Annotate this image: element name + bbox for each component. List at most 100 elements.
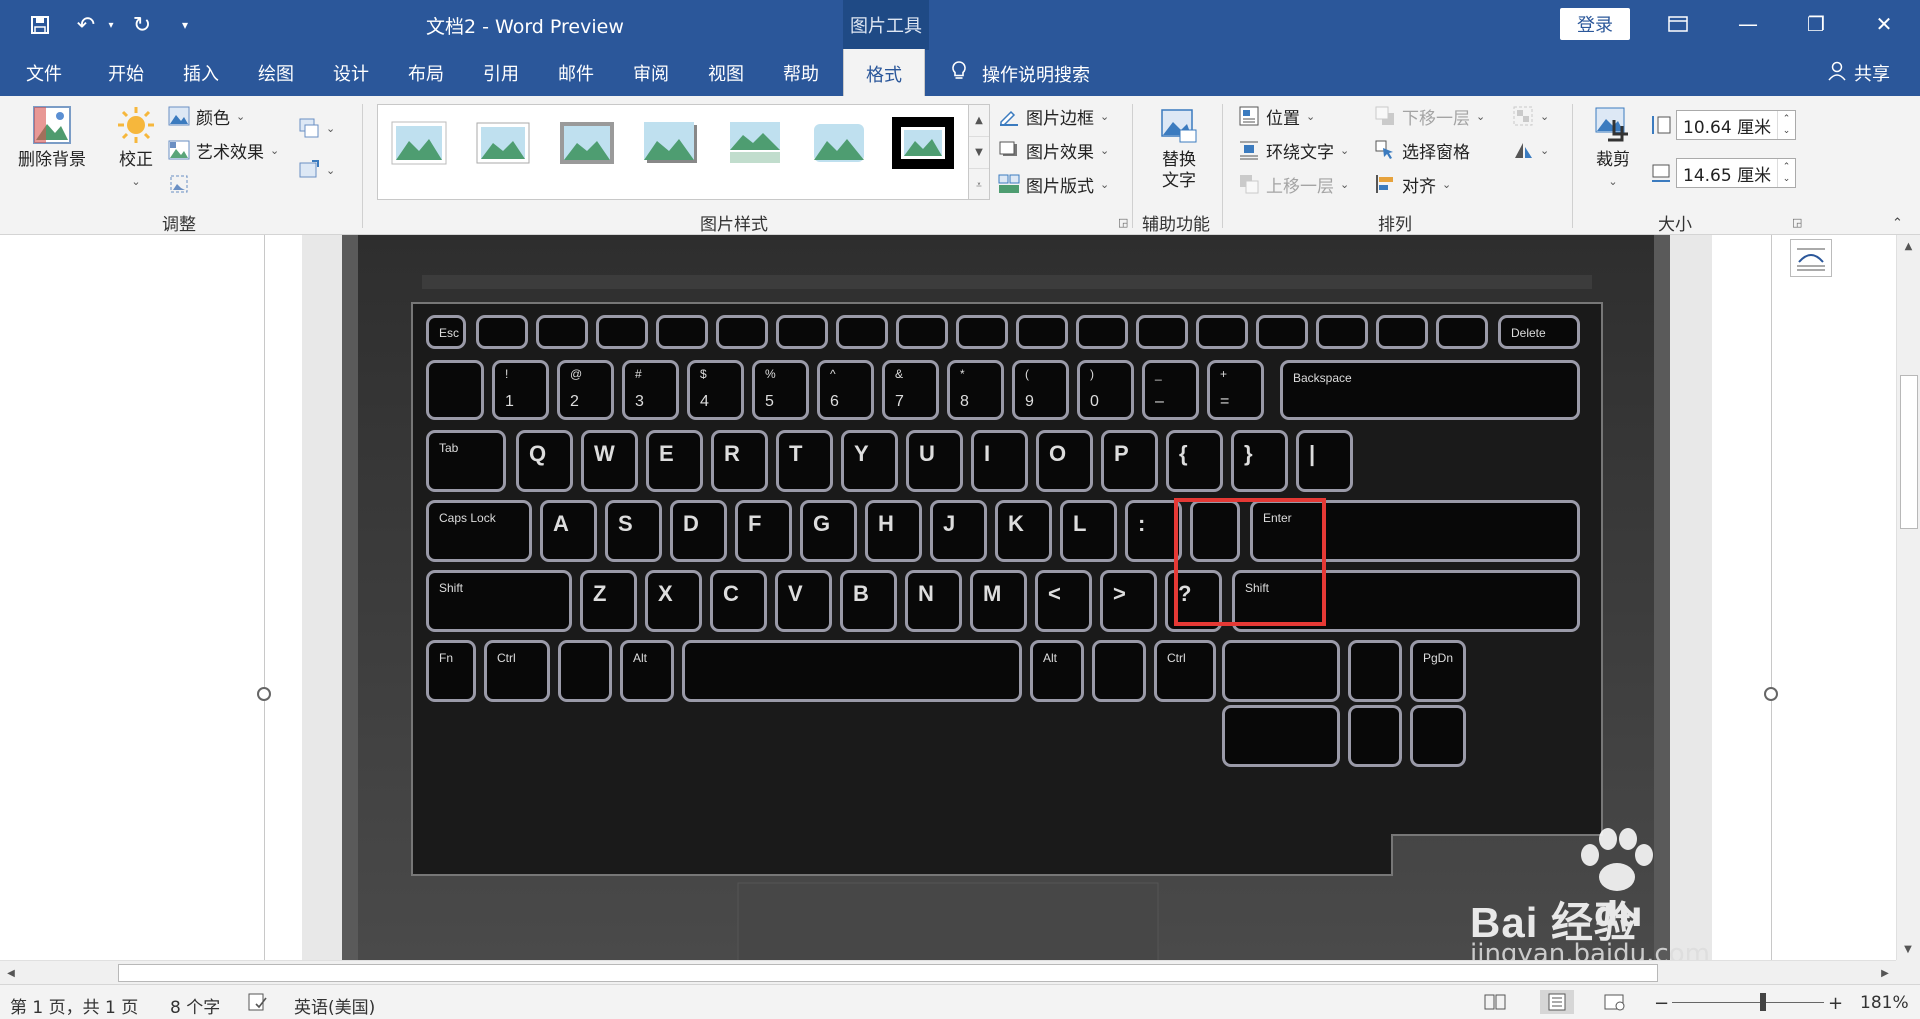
picture-effects-button[interactable]: 图片效果 ⌄ <box>998 136 1109 164</box>
transparency-button[interactable] <box>168 170 190 198</box>
minimize-icon[interactable]: — <box>1720 6 1776 42</box>
picture-style-soft-edge[interactable] <box>472 117 534 169</box>
undo-icon[interactable]: ↶ <box>68 10 104 40</box>
dialog-launcher-icon[interactable]: ◲ <box>1118 216 1128 229</box>
shape-height-input[interactable]: 10.64 厘米 ⌃ ⌄ <box>1676 110 1796 140</box>
picture-styles-gallery[interactable] <box>377 104 969 200</box>
shape-width-input[interactable]: 14.65 厘米 ⌃ ⌄ <box>1676 158 1796 188</box>
read-mode-icon[interactable] <box>1484 993 1506 1016</box>
page-count[interactable]: 第 1 页，共 1 页 <box>10 993 138 1018</box>
word-count[interactable]: 8 个字 <box>170 993 220 1018</box>
close-icon[interactable]: ✕ <box>1856 6 1912 42</box>
picture-style-simple-frame[interactable] <box>388 117 450 169</box>
scroll-right-icon[interactable]: ▶ <box>1874 961 1896 985</box>
tab-layout[interactable]: 布局 <box>408 60 444 86</box>
ribbon-display-options-icon[interactable] <box>1650 6 1706 42</box>
tab-design[interactable]: 设计 <box>333 60 369 86</box>
scroll-up-icon[interactable]: ▲ <box>1897 235 1920 257</box>
redo-icon[interactable]: ↻ <box>124 10 160 40</box>
picture-layout-button[interactable]: 图片版式 ⌄ <box>998 170 1109 198</box>
alt-text-button[interactable]: 替换 文字 <box>1148 104 1210 192</box>
zoom-in-icon[interactable]: + <box>1828 993 1843 1014</box>
tab-draw[interactable]: 绘图 <box>258 60 294 86</box>
save-icon[interactable] <box>22 10 58 40</box>
width-spinner[interactable]: ⌃ ⌄ <box>1777 159 1795 187</box>
tab-file[interactable]: 文件 <box>26 60 62 86</box>
picture-style-thick-black-frame[interactable] <box>892 117 954 169</box>
position-button[interactable]: 位置 ⌄ <box>1238 102 1315 130</box>
key-number-label: _ <box>1155 367 1162 381</box>
scroll-left-icon[interactable]: ◀ <box>0 961 22 985</box>
gallery-scroll[interactable]: ▲ ▼ ⩡ <box>968 104 990 200</box>
picture-style-rounded[interactable] <box>808 117 870 169</box>
key-letter-label: A <box>553 511 569 536</box>
height-spinner[interactable]: ⌃ ⌄ <box>1777 111 1795 139</box>
status-bar: 第 1 页，共 1 页 8 个字 英语(美国) − + 181% <box>0 984 1920 1019</box>
resize-handle-left[interactable] <box>257 687 271 701</box>
tab-home[interactable]: 开始 <box>108 60 144 86</box>
rotate-button[interactable]: ⌄ <box>1512 136 1549 164</box>
sun-icon <box>118 107 154 143</box>
customize-qat-icon[interactable]: ▾ <box>170 10 200 40</box>
color-button[interactable]: 颜色 ⌄ <box>168 102 245 130</box>
vertical-scrollbar[interactable]: ▲ ▼ <box>1896 235 1920 960</box>
size-dialog-launcher-icon[interactable]: ◲ <box>1792 216 1802 229</box>
bring-forward-button[interactable]: 上移一层 ⌄ <box>1238 170 1349 198</box>
group-objects-button[interactable]: ⌄ <box>1512 102 1549 130</box>
key-letter-label: K <box>1008 511 1024 536</box>
zoom-level[interactable]: 181% <box>1860 993 1909 1013</box>
remove-background-button[interactable]: 删除背景 <box>12 104 92 171</box>
picture-style-drop-shadow[interactable] <box>640 117 702 169</box>
zoom-slider-track[interactable] <box>1672 1002 1824 1003</box>
gallery-down-icon[interactable]: ▼ <box>969 137 989 169</box>
change-picture-button[interactable]: ⌄ <box>298 156 335 184</box>
alt-text-label-2: 文字 <box>1162 171 1196 191</box>
undo-dropdown-icon[interactable]: ▾ <box>104 10 118 40</box>
print-layout-icon[interactable] <box>1540 990 1574 1014</box>
wrap-text-button[interactable]: 环绕文字 ⌄ <box>1238 136 1349 164</box>
resize-handle-right[interactable] <box>1764 687 1778 701</box>
picture-style-reflected[interactable] <box>724 117 786 169</box>
tab-insert[interactable]: 插入 <box>183 60 219 86</box>
restore-icon[interactable]: ❐ <box>1788 6 1844 42</box>
tell-me-search[interactable]: 操作说明搜索 <box>950 60 1090 87</box>
keyboard-photo[interactable]: Esc Delete! 1 @2 #3 $4% 5 ^ 6 & 7 * 8(9) 0 _ – + = Backspa… <box>302 235 1712 960</box>
chevron-down-icon: ⌄ <box>1540 109 1550 123</box>
corrections-button[interactable]: 校正 ⌄ <box>110 104 162 192</box>
crop-label: 裁剪 <box>1596 150 1630 170</box>
compress-pictures-button[interactable]: ⌄ <box>298 114 335 142</box>
tab-review[interactable]: 审阅 <box>633 60 669 86</box>
collapse-ribbon-icon[interactable]: ⌃ <box>1892 216 1903 231</box>
share-button[interactable]: 共享 <box>1828 60 1890 86</box>
chevron-down-icon: ⌄ <box>1340 177 1350 191</box>
zoom-out-icon[interactable]: − <box>1654 993 1669 1014</box>
web-layout-icon[interactable] <box>1604 993 1626 1016</box>
tab-references[interactable]: 引用 <box>483 60 519 86</box>
selection-pane-button[interactable]: 选择窗格 <box>1374 136 1470 164</box>
login-button[interactable]: 登录 <box>1560 8 1630 40</box>
send-backward-button[interactable]: 下移一层 ⌄ <box>1374 102 1485 130</box>
layout-options-button[interactable] <box>1790 239 1832 277</box>
proofing-icon[interactable] <box>248 993 268 1016</box>
tab-format[interactable]: 格式 <box>843 49 925 96</box>
language-indicator[interactable]: 英语(美国) <box>294 993 375 1018</box>
align-button[interactable]: 对齐 ⌄ <box>1374 170 1451 198</box>
vertical-scroll-thumb[interactable] <box>1900 375 1918 529</box>
gallery-up-icon[interactable]: ▲ <box>969 105 989 137</box>
gallery-more-icon[interactable]: ⩡ <box>969 169 989 201</box>
picture-style-metal-frame[interactable] <box>556 117 618 169</box>
horizontal-scroll-thumb[interactable] <box>118 964 1658 982</box>
horizontal-scrollbar[interactable]: ◀ ▶ <box>0 960 1896 984</box>
tab-help[interactable]: 帮助 <box>783 60 819 86</box>
position-icon <box>1239 106 1259 126</box>
key-letter-label: Y <box>854 441 869 466</box>
tab-view[interactable]: 视图 <box>708 60 744 86</box>
tab-mailings[interactable]: 邮件 <box>558 60 594 86</box>
artistic-effects-button[interactable]: 艺术效果 ⌄ <box>168 136 279 164</box>
picture-effects-icon <box>999 141 1017 156</box>
selection-pane-label: 选择窗格 <box>1402 142 1470 163</box>
scroll-down-icon[interactable]: ▼ <box>1897 938 1919 960</box>
zoom-slider-thumb[interactable] <box>1760 993 1766 1011</box>
picture-border-button[interactable]: 图片边框 ⌄ <box>998 102 1109 130</box>
crop-button[interactable]: 裁剪 ⌄ <box>1588 104 1638 192</box>
